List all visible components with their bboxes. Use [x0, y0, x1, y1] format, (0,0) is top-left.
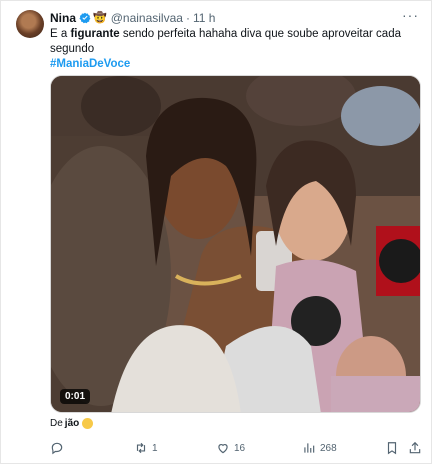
separator-dot: ·: [185, 11, 190, 25]
caption-prefix: De: [50, 418, 63, 429]
views-icon: [304, 443, 315, 453]
retweet-button[interactable]: 1: [134, 441, 158, 455]
media-caption: De jão: [50, 418, 94, 429]
tweet-text-bold: figurante: [70, 28, 120, 40]
bookmark-button[interactable]: [385, 441, 399, 455]
bookmark-icon: [387, 442, 397, 455]
video-duration-badge: 0:01: [60, 389, 91, 404]
tweet-header: Nina 🤠 @nainasilvaa · 11 h: [50, 10, 215, 26]
reply-button[interactable]: [50, 441, 68, 455]
caption-bold[interactable]: jão: [65, 418, 79, 429]
tweet-card[interactable]: Nina 🤠 @nainasilvaa · 11 h ··· E a figur…: [0, 0, 432, 464]
like-button[interactable]: 16: [216, 441, 245, 455]
video-frame: [51, 76, 420, 412]
reply-icon: [51, 442, 63, 455]
retweet-count: 1: [152, 442, 158, 454]
video-player[interactable]: 0:01: [50, 75, 421, 413]
view-count: 268: [320, 442, 337, 454]
smiley-emoji-icon: [82, 418, 94, 429]
avatar[interactable]: [16, 10, 44, 38]
retweet-icon: [136, 442, 146, 454]
hashtag-link[interactable]: #ManiaDeVoce: [50, 57, 420, 72]
views-button[interactable]: 268: [302, 441, 337, 455]
share-icon: [409, 441, 421, 454]
action-bar: 1 16 268: [50, 439, 422, 457]
crown-emoji-icon: 🤠: [93, 12, 107, 24]
verified-badge-icon: [79, 12, 91, 24]
like-count: 16: [234, 442, 246, 454]
timestamp[interactable]: 11 h: [193, 11, 215, 25]
tweet-text-prefix: E a: [50, 28, 71, 40]
more-options-icon[interactable]: ···: [402, 7, 419, 23]
share-button[interactable]: [408, 441, 422, 455]
tweet-text: E a figurante sendo perfeita hahaha diva…: [50, 27, 420, 72]
author-handle[interactable]: @nainasilvaa: [111, 11, 183, 25]
like-icon: [218, 444, 228, 454]
author-name[interactable]: Nina: [50, 11, 76, 25]
